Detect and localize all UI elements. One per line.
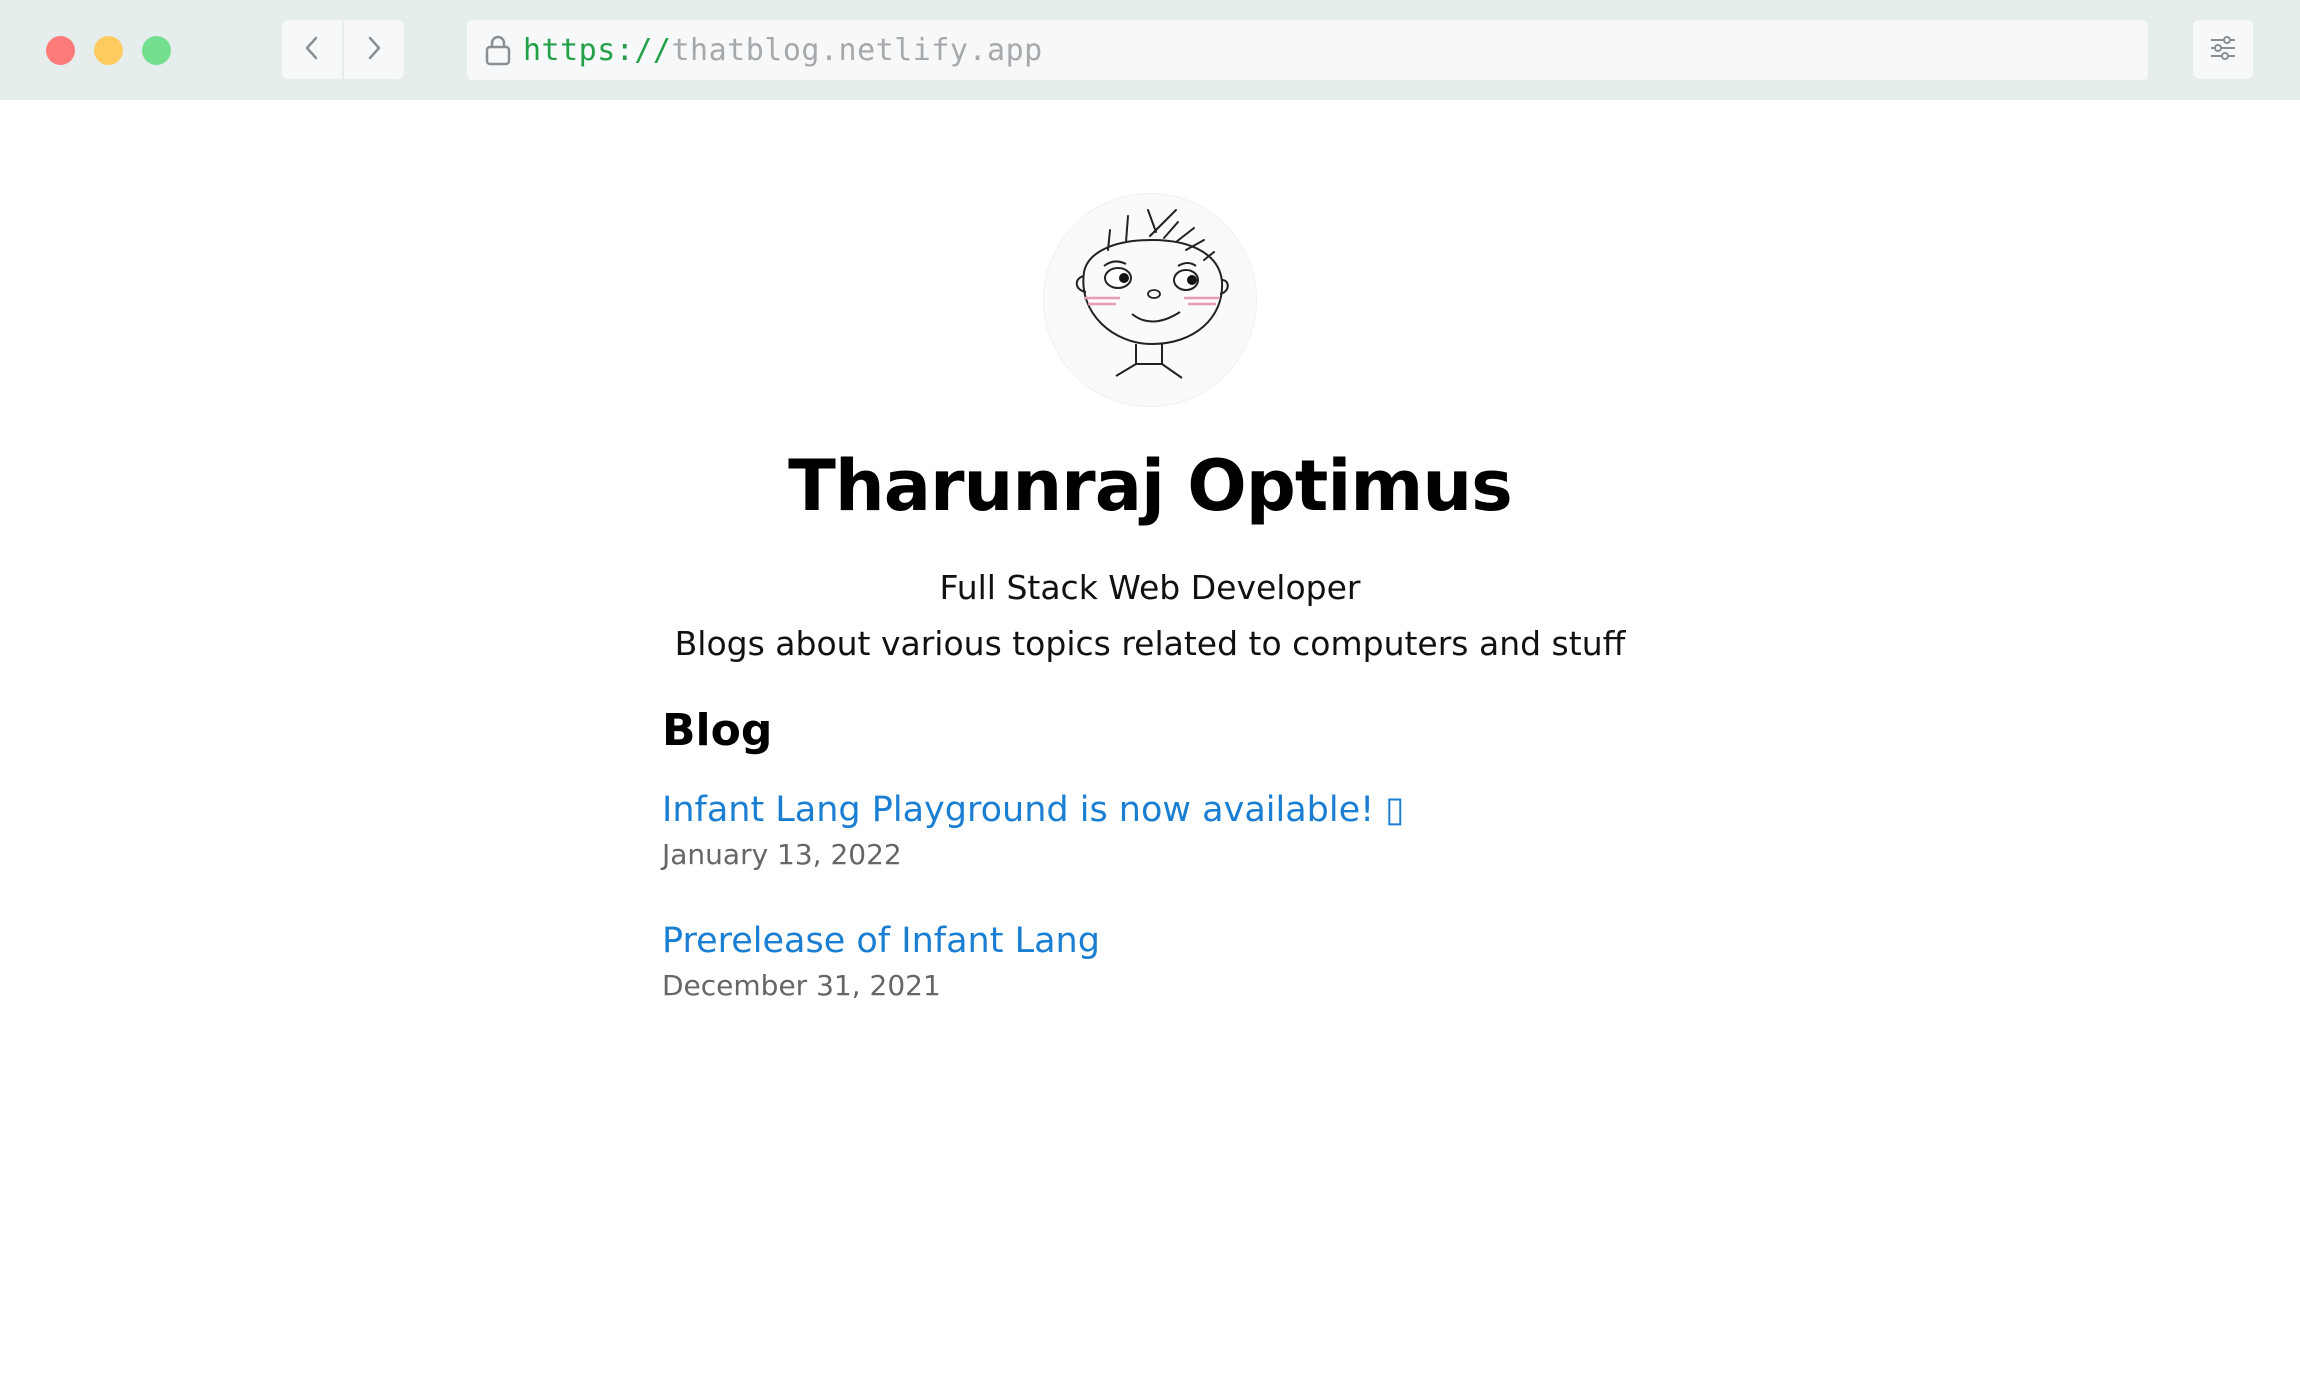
- address-bar[interactable]: https://thatblog.netlify.app: [467, 20, 2148, 80]
- lock-icon: [481, 33, 515, 67]
- blog-heading: Blog: [662, 705, 773, 756]
- back-button[interactable]: [282, 20, 342, 79]
- avatar-illustration: [1075, 209, 1229, 379]
- list-item: Infant Lang Playground is now available!…: [662, 790, 1405, 871]
- minimize-window-button[interactable]: [94, 36, 123, 65]
- close-window-button[interactable]: [46, 36, 75, 65]
- maximize-window-button[interactable]: [142, 36, 171, 65]
- url-host: thatblog.netlify.app: [671, 32, 1043, 68]
- settings-button[interactable]: [2193, 20, 2253, 79]
- post-date: January 13, 2022: [662, 838, 902, 871]
- settings-icon: [2208, 35, 2238, 65]
- avatar: [1043, 193, 1257, 407]
- forward-button[interactable]: [344, 20, 404, 79]
- page-title: Tharunraj Optimus: [788, 445, 1513, 527]
- post-date: December 31, 2021: [662, 969, 941, 1002]
- page-content: Tharunraj Optimus Full Stack Web Develop…: [0, 100, 2300, 1378]
- tagline: Full Stack Web Developer: [939, 568, 1361, 607]
- url-text: https://thatblog.netlify.app: [523, 33, 1043, 68]
- post-link[interactable]: Infant Lang Playground is now available!…: [662, 790, 1405, 830]
- post-link[interactable]: Prerelease of Infant Lang: [662, 921, 1100, 961]
- description: Blogs about various topics related to co…: [674, 624, 1626, 663]
- forward-icon: [364, 35, 384, 65]
- back-icon: [302, 35, 322, 65]
- url-scheme: https://: [523, 32, 672, 68]
- list-item: Prerelease of Infant Lang December 31, 2…: [662, 921, 1100, 1002]
- browser-toolbar: https://thatblog.netlify.app: [0, 0, 2300, 100]
